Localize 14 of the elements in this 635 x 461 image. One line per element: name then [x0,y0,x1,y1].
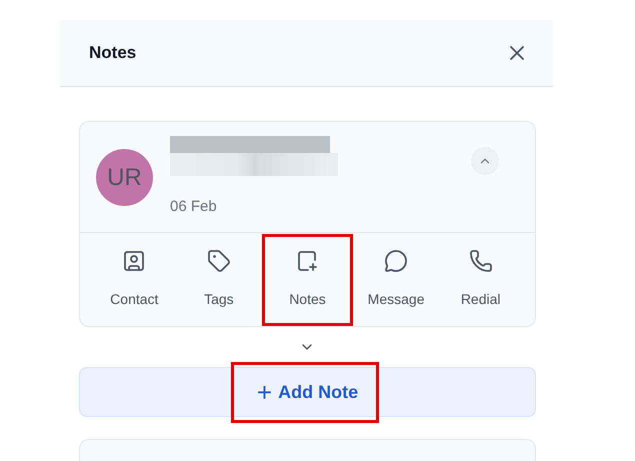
action-button[interactable]: Tags [176,236,262,322]
avatar-initials: UR [107,162,142,192]
contact-card-icon [122,249,146,273]
tag-icon [206,249,231,273]
add-note-button[interactable]: + Add Note [79,367,536,417]
action-button[interactable]: Message [354,236,438,322]
speech-bubble-icon [384,249,408,273]
note-plus-icon [295,249,320,273]
action-button[interactable]: Notes [265,236,350,322]
panel-title: Notes [89,42,136,64]
action-button[interactable]: Redial [438,236,523,322]
phone-icon [468,249,493,273]
call-date: 06 Feb [170,197,218,217]
action-button[interactable]: Contact [92,236,177,322]
